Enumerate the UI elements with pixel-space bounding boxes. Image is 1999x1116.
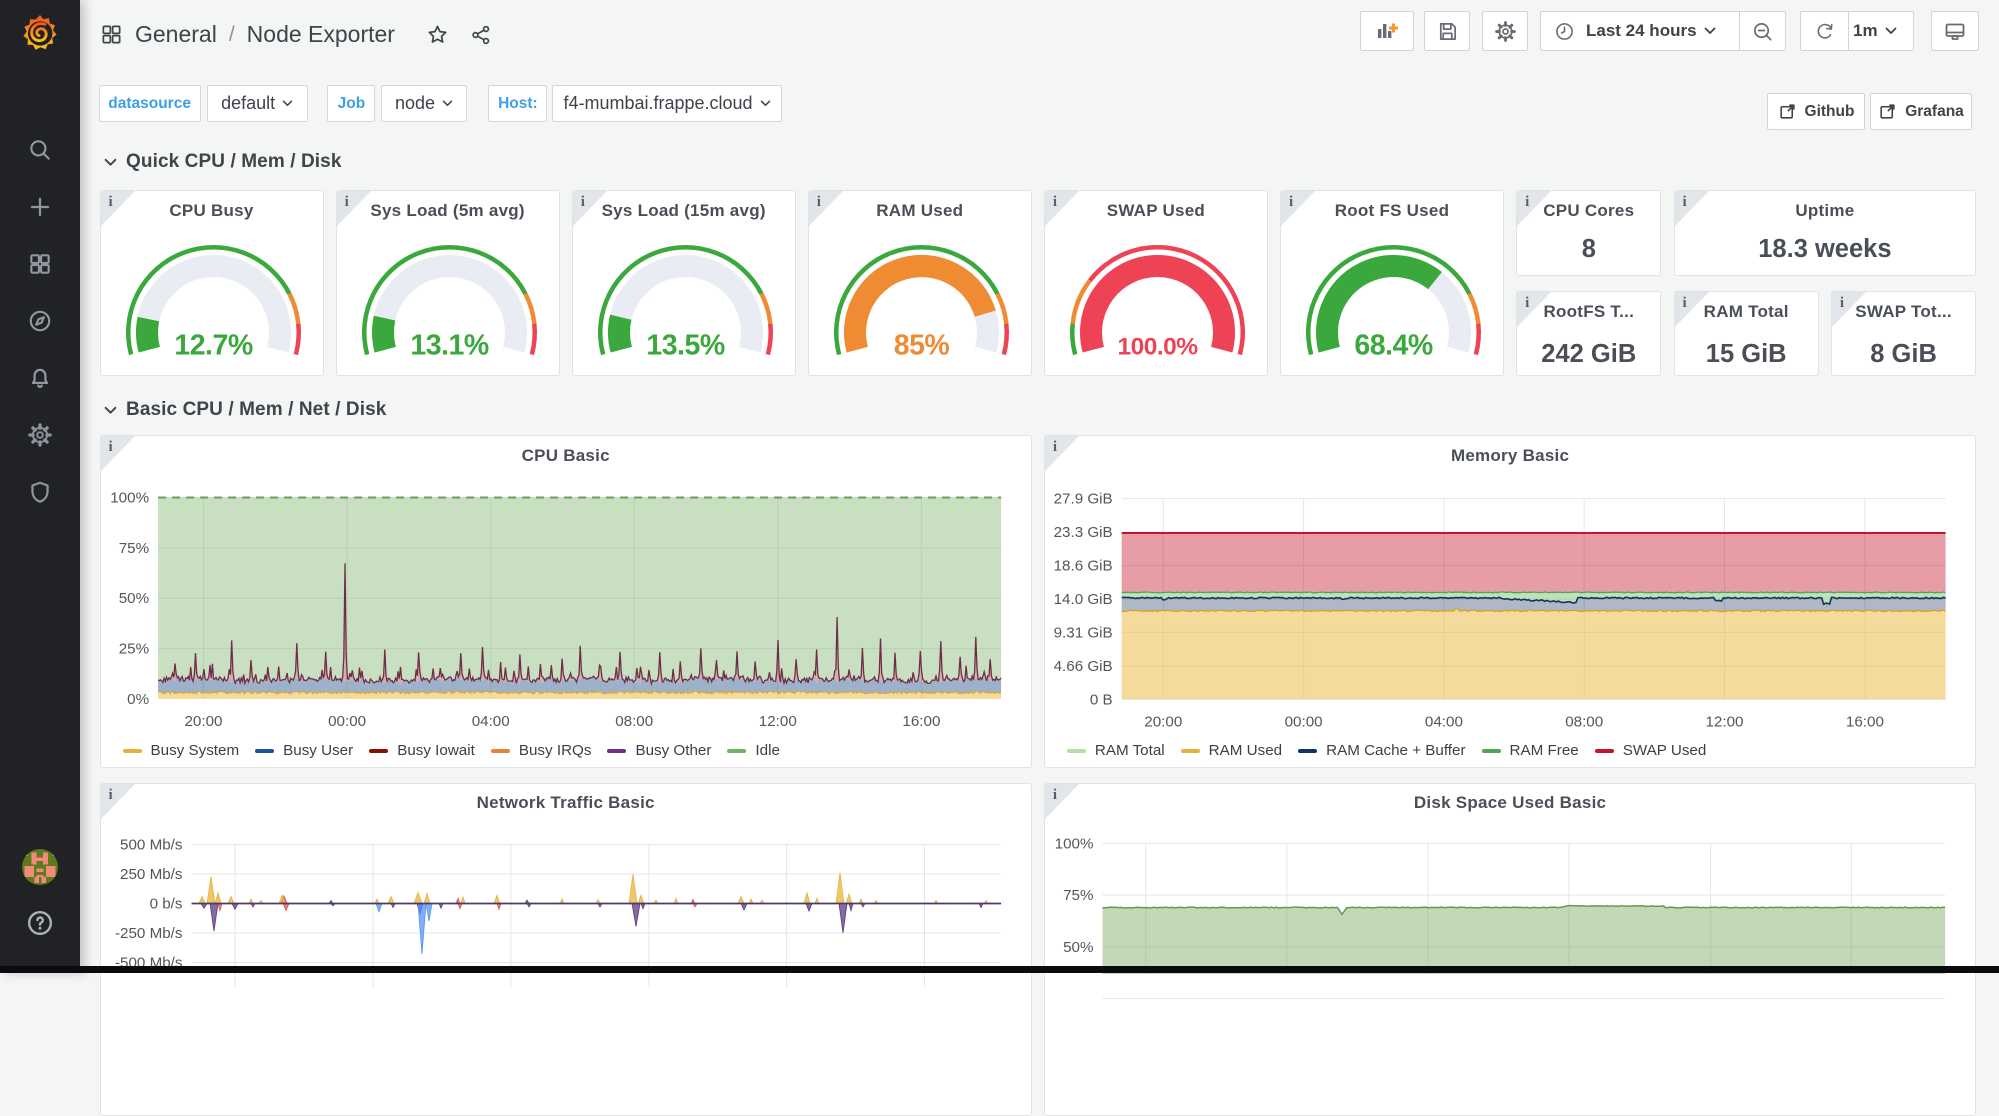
svg-text:14.0 GiB: 14.0 GiB xyxy=(1053,591,1112,608)
svg-text:9.31 GiB: 9.31 GiB xyxy=(1053,624,1112,641)
svg-text:25%: 25% xyxy=(118,641,148,658)
svg-text:18.6 GiB: 18.6 GiB xyxy=(1053,558,1112,575)
svg-text:12:00: 12:00 xyxy=(1705,713,1743,730)
svg-text:250 Mb/s: 250 Mb/s xyxy=(120,866,183,883)
svg-text:16:00: 16:00 xyxy=(902,713,940,730)
svg-text:100.0%: 100.0% xyxy=(1117,334,1198,361)
svg-text:4.66 GiB: 4.66 GiB xyxy=(1053,658,1112,675)
svg-text:23.3 GiB: 23.3 GiB xyxy=(1053,524,1112,541)
svg-text:00:00: 00:00 xyxy=(328,713,366,730)
svg-text:100%: 100% xyxy=(110,490,149,507)
svg-text:85%: 85% xyxy=(894,330,950,362)
svg-text:08:00: 08:00 xyxy=(1565,713,1603,730)
svg-text:04:00: 04:00 xyxy=(1425,713,1463,730)
svg-text:13.1%: 13.1% xyxy=(410,330,488,362)
svg-text:00:00: 00:00 xyxy=(1284,713,1322,730)
svg-text:12:00: 12:00 xyxy=(758,713,796,730)
svg-text:0 B: 0 B xyxy=(1090,691,1113,708)
svg-text:27.9 GiB: 27.9 GiB xyxy=(1053,491,1112,508)
svg-text:100%: 100% xyxy=(1055,835,1094,852)
svg-text:75%: 75% xyxy=(118,540,148,557)
svg-text:0%: 0% xyxy=(127,691,149,708)
svg-text:12.7%: 12.7% xyxy=(174,330,252,362)
svg-text:50%: 50% xyxy=(118,590,148,607)
svg-text:-250 Mb/s: -250 Mb/s xyxy=(114,925,182,942)
svg-text:20:00: 20:00 xyxy=(184,713,222,730)
svg-text:08:00: 08:00 xyxy=(615,713,653,730)
svg-text:68.4%: 68.4% xyxy=(1354,330,1432,362)
svg-text:50%: 50% xyxy=(1063,939,1093,956)
svg-text:0 b/s: 0 b/s xyxy=(149,896,182,913)
svg-text:04:00: 04:00 xyxy=(471,713,509,730)
svg-text:20:00: 20:00 xyxy=(1144,713,1182,730)
svg-text:16:00: 16:00 xyxy=(1846,713,1884,730)
svg-text:13.5%: 13.5% xyxy=(646,330,724,362)
svg-text:500 Mb/s: 500 Mb/s xyxy=(120,837,183,854)
svg-text:75%: 75% xyxy=(1063,887,1093,904)
